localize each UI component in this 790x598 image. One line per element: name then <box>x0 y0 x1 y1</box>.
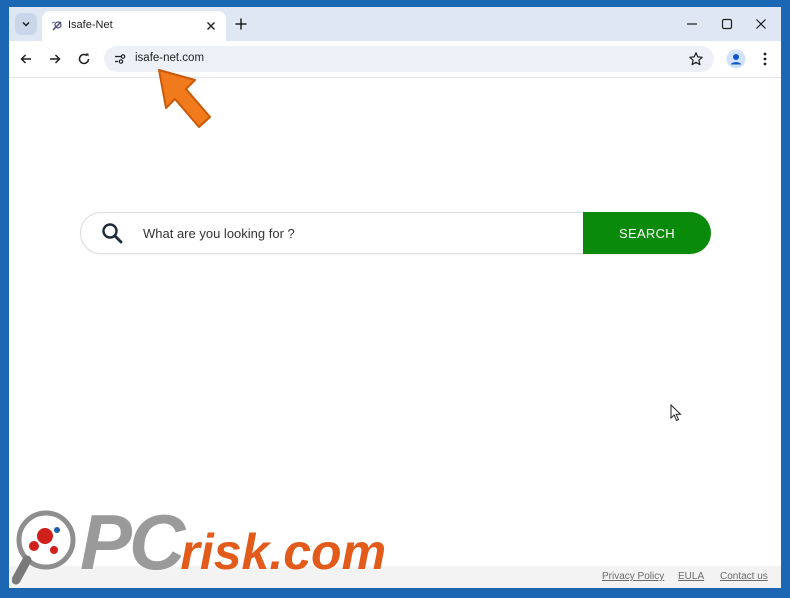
search-input[interactable] <box>141 221 575 245</box>
forward-arrow-icon[interactable] <box>47 51 63 67</box>
watermark-text: PCrisk.com <box>80 503 386 581</box>
minimize-icon[interactable] <box>685 17 699 31</box>
magnifier-logo-icon <box>12 510 76 585</box>
reload-icon[interactable] <box>76 51 92 67</box>
tab-isafe-net[interactable]: Isafe-Net <box>42 11 226 41</box>
eula-link[interactable]: EULA <box>678 571 704 582</box>
contact-us-link[interactable]: Contact us <box>720 571 768 582</box>
watermark-risk: risk.com <box>180 524 387 580</box>
tab-search-button[interactable] <box>15 13 37 35</box>
site-info-tune-icon[interactable] <box>113 52 127 66</box>
chevron-down-icon <box>22 21 30 27</box>
back-arrow-icon[interactable] <box>18 51 34 67</box>
new-tab-plus-icon[interactable] <box>233 16 249 32</box>
watermark-pc: PC <box>80 498 185 586</box>
close-icon[interactable] <box>204 19 218 33</box>
pcrisk-watermark: PCrisk.com <box>12 500 452 592</box>
url-text[interactable]: isafe-net.com <box>135 52 204 64</box>
search-bar: SEARCH <box>80 212 711 254</box>
search-button[interactable]: SEARCH <box>583 212 711 254</box>
privacy-policy-link[interactable]: Privacy Policy <box>602 571 664 582</box>
more-vert-icon[interactable] <box>758 51 772 67</box>
window-close-icon[interactable] <box>754 17 768 31</box>
annotation-arrow-icon <box>158 69 211 128</box>
browser-toolbar: isafe-net.com <box>9 41 781 78</box>
profile-avatar-icon[interactable] <box>726 49 746 69</box>
bookmark-star-icon[interactable] <box>688 51 704 67</box>
search-icon <box>102 223 123 244</box>
tab-title: Isafe-Net <box>68 19 113 31</box>
maximize-icon[interactable] <box>720 17 734 31</box>
mouse-cursor-icon <box>670 404 682 422</box>
site-favicon-icon <box>51 21 62 31</box>
tab-strip: Isafe-Net <box>9 7 781 41</box>
